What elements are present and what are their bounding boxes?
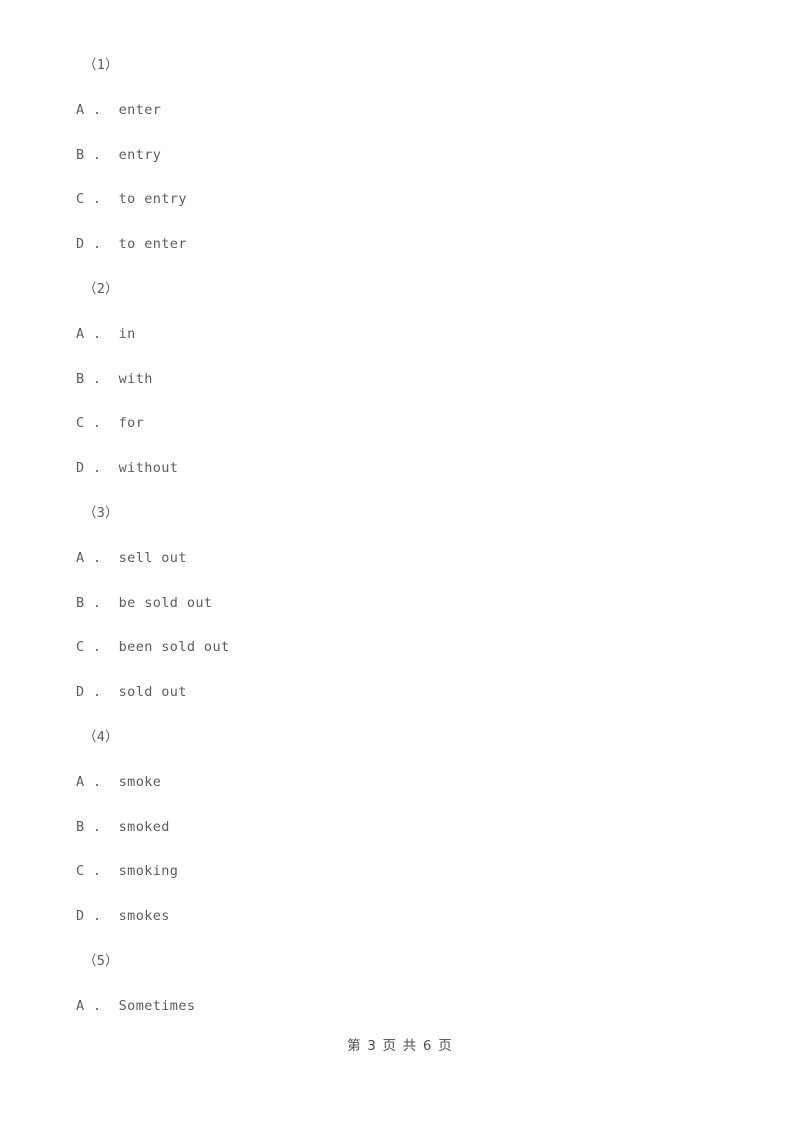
answer-option[interactable]: B . smoked [76, 818, 170, 836]
question-number: （1） [83, 57, 119, 73]
answer-option[interactable]: C . smoking [76, 862, 178, 880]
answer-option[interactable]: A . smoke [76, 773, 161, 791]
answer-option[interactable]: D . to enter [76, 235, 187, 253]
question-number: （4） [83, 729, 119, 745]
answer-option[interactable]: A . Sometimes [76, 997, 195, 1015]
answer-option[interactable]: B . be sold out [76, 594, 212, 612]
answer-option[interactable]: C . to entry [76, 190, 187, 208]
answer-option[interactable]: A . in [76, 325, 136, 343]
question-number: （5） [83, 953, 119, 969]
answer-option[interactable]: A . enter [76, 101, 161, 119]
answer-option[interactable]: D . sold out [76, 683, 187, 701]
answer-option[interactable]: C . for [76, 414, 144, 432]
page-footer: 第 3 页 共 6 页 [347, 1038, 453, 1054]
answer-option[interactable]: D . without [76, 459, 178, 477]
question-number: （2） [83, 281, 119, 297]
answer-option[interactable]: A . sell out [76, 549, 187, 567]
answer-option[interactable]: B . with [76, 370, 153, 388]
answer-option[interactable]: D . smokes [76, 907, 170, 925]
document-page: （1） A . enter B . entry C . to entry D . to … [0, 0, 800, 1132]
question-number: （3） [83, 505, 119, 521]
answer-option[interactable]: C . been sold out [76, 638, 230, 656]
answer-option[interactable]: B . entry [76, 146, 161, 164]
